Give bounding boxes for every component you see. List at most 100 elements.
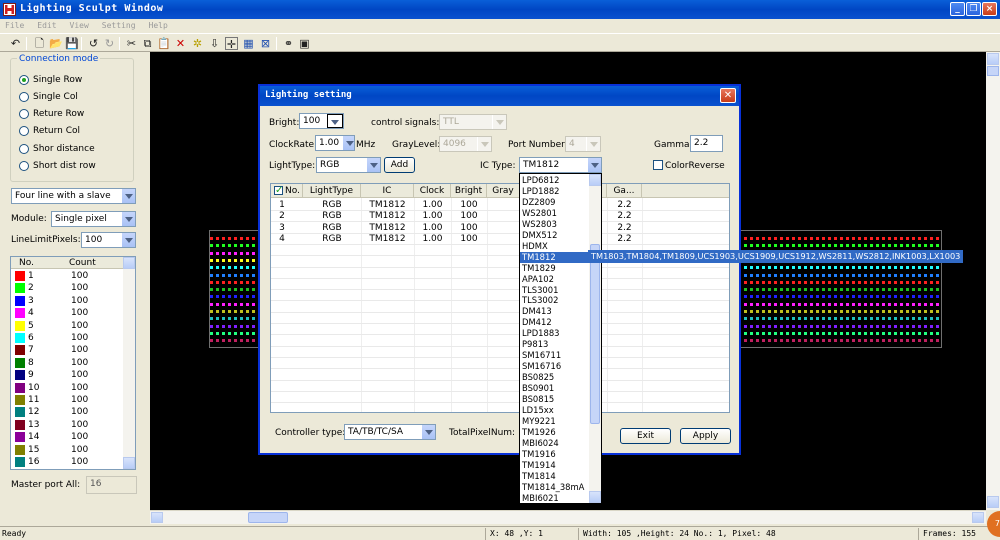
grid-header-bright[interactable]: Bright [451, 184, 487, 198]
scroll-up-icon[interactable] [589, 174, 601, 186]
ic-option[interactable]: DMX512 [522, 230, 557, 241]
grid-header-clock[interactable]: Clock [414, 184, 451, 198]
radio-button[interactable] [19, 75, 29, 85]
close-button[interactable]: × [982, 2, 997, 16]
ic-option[interactable]: TM1814 [522, 471, 556, 482]
ic-option[interactable]: LPD1883 [522, 328, 559, 339]
ic-option[interactable]: DZ2809 [522, 197, 556, 208]
binoculars-icon[interactable]: ⚭ [282, 37, 295, 50]
grid-header-no[interactable]: No. [271, 184, 303, 198]
chevron-down-icon[interactable] [366, 158, 380, 172]
scroll-thumb[interactable] [987, 66, 999, 76]
horizontal-scrollbar[interactable] [150, 510, 986, 524]
menu-view[interactable]: View [70, 19, 89, 33]
gamma-input[interactable]: 2.2 [690, 135, 723, 152]
exit-button[interactable]: Exit [620, 428, 671, 444]
save-icon[interactable]: 💾 [65, 37, 79, 50]
ic-option[interactable]: TM1812 [520, 251, 589, 263]
undo-icon[interactable]: ↶ [9, 37, 22, 50]
list-item[interactable]: 4 100 [11, 307, 125, 320]
ic-option[interactable]: BS0815 [522, 394, 554, 405]
delete-icon[interactable]: ✕ [174, 37, 187, 50]
radio-button[interactable] [19, 126, 29, 136]
list-item[interactable]: 6 100 [11, 332, 125, 345]
ic-option[interactable]: DM412 [522, 317, 552, 328]
crosshair-icon[interactable]: ✛ [225, 37, 238, 51]
list-item[interactable]: 10 100 [11, 382, 125, 395]
grid-header-ic[interactable]: IC [361, 184, 414, 198]
header-no[interactable]: No. [19, 258, 34, 268]
ic-option[interactable]: TLS3001 [522, 285, 558, 296]
control-signals-select[interactable]: TTL [439, 114, 507, 130]
paste-icon[interactable]: 📋 [157, 37, 171, 50]
ic-option[interactable]: WS2801 [522, 208, 557, 219]
lighttype-select[interactable]: RGB [316, 157, 381, 173]
ic-option[interactable]: SM16716 [522, 361, 561, 372]
table-row[interactable]: 1 RGB TM1812 1.00 100 2.2 [271, 200, 729, 211]
ic-option[interactable]: MBI6024 [522, 438, 559, 449]
menu-help[interactable]: Help [149, 19, 168, 33]
list-item[interactable]: 8 100 [11, 357, 125, 370]
new-file-icon[interactable]: 🗋 [33, 37, 46, 50]
table-row[interactable]: 4 RGB TM1812 1.00 100 2.2 [271, 234, 729, 245]
radio-single-row[interactable]: Single Row [19, 73, 82, 87]
list-item[interactable]: 3 100 [11, 295, 125, 308]
vertical-scrollbar[interactable] [986, 52, 1000, 510]
chevron-down-icon[interactable] [121, 189, 135, 203]
ic-option[interactable]: BS0825 [522, 372, 554, 383]
ic-option[interactable]: WS2803 [522, 219, 557, 230]
radio-single-col[interactable]: Single Col [19, 90, 78, 104]
line-mode-select[interactable]: Four line with a slave [11, 188, 136, 204]
chevron-down-icon[interactable] [342, 136, 354, 150]
scroll-down-icon[interactable] [589, 491, 601, 503]
ic-option[interactable]: TM1926 [522, 427, 556, 438]
undo-arrow-icon[interactable]: ↺ [87, 37, 100, 50]
frame-icon[interactable]: ⊠ [259, 37, 272, 50]
ic-option[interactable]: LPD1882 [522, 186, 559, 197]
grid-header-gray[interactable]: Gray [487, 184, 520, 198]
list-item[interactable]: 1 100 [11, 270, 125, 283]
chevron-down-icon[interactable] [121, 233, 135, 247]
ic-list-scrollbar[interactable] [589, 174, 601, 503]
radio-button[interactable] [19, 109, 29, 119]
sparkle-icon[interactable]: ✲ [191, 37, 204, 50]
ic-option[interactable]: BS0901 [522, 383, 554, 394]
ic-option[interactable]: TLS3002 [522, 295, 558, 306]
list-item[interactable]: 7 100 [11, 344, 125, 357]
picture-icon[interactable]: ▣ [298, 37, 311, 50]
chevron-down-icon[interactable] [421, 425, 435, 439]
dialog-close-button[interactable]: ✕ [720, 88, 736, 103]
graylevel-select[interactable]: 4096 [439, 136, 492, 152]
module-select[interactable]: Single pixel [51, 211, 136, 227]
list-item[interactable]: 2 100 [11, 282, 125, 295]
scroll-left-icon[interactable] [151, 512, 163, 523]
radio-reture-row[interactable]: Reture Row [19, 107, 84, 121]
clockrate-select[interactable]: 1.00 [315, 135, 355, 151]
add-button[interactable]: Add [384, 157, 415, 173]
list-item[interactable]: 9 100 [11, 369, 125, 382]
ic-option[interactable]: TM1829 [522, 263, 556, 274]
grid-icon[interactable]: ▦ [242, 37, 255, 50]
chevron-down-icon[interactable] [587, 158, 601, 172]
scroll-down-icon[interactable] [987, 496, 999, 508]
minimize-button[interactable]: _ [950, 2, 965, 16]
chevron-down-icon[interactable] [477, 137, 491, 151]
scroll-thumb[interactable] [590, 244, 600, 424]
ic-option[interactable]: MBI6021 [522, 493, 559, 503]
insert-icon[interactable]: ⇩ [208, 37, 221, 50]
copy-icon[interactable]: ⧉ [141, 37, 154, 50]
radio-button[interactable] [19, 92, 29, 102]
header-count[interactable]: Count [69, 258, 96, 268]
controller-type-select[interactable]: TA/TB/TC/SA [344, 424, 436, 440]
apply-button[interactable]: Apply [680, 428, 731, 444]
grid-header-lighttype[interactable]: LightType [303, 184, 361, 198]
list-scrollbar[interactable] [123, 257, 135, 469]
color-reverse-checkbox[interactable] [653, 160, 663, 170]
scroll-up-icon[interactable] [987, 53, 999, 65]
radio-short-dist-row[interactable]: Short dist row [19, 159, 96, 173]
chevron-down-icon[interactable] [327, 114, 343, 128]
menu-setting[interactable]: Setting [102, 19, 136, 33]
ic-option[interactable]: TM1914 [522, 460, 556, 471]
restore-button[interactable]: ❐ [966, 2, 981, 16]
ic-option[interactable]: DM413 [522, 306, 552, 317]
